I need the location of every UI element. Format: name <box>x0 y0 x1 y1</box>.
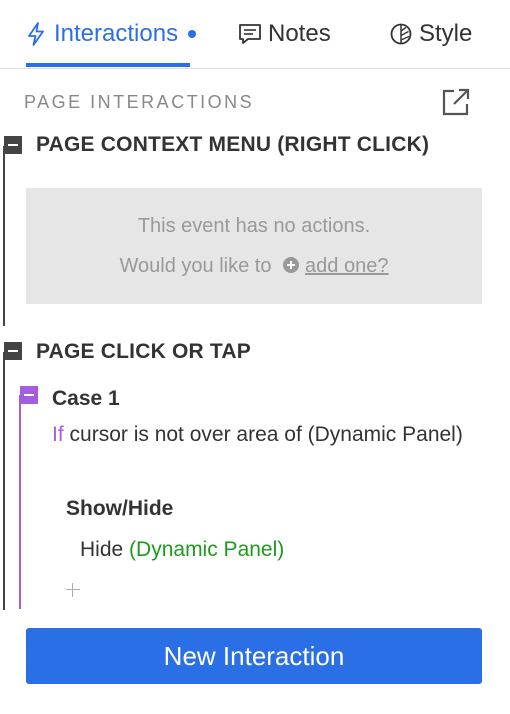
condition-keyword: If <box>52 423 64 446</box>
leaf-icon <box>389 22 413 46</box>
collapse-case-button[interactable] <box>20 386 38 404</box>
case-guide-line <box>19 395 21 609</box>
event-title: PAGE CLICK OR TAP <box>36 340 251 363</box>
empty-message: This event has no actions. <box>137 215 371 237</box>
action-target: (Dynamic Panel) <box>129 538 285 561</box>
tab-style[interactable]: Style <box>389 0 472 68</box>
collapse-event-button[interactable] <box>4 342 22 360</box>
tab-notes[interactable]: Notes <box>238 0 331 68</box>
add-prompt-text: Would you like to <box>119 255 272 277</box>
action-group-title[interactable]: Show/Hide <box>66 497 173 521</box>
tab-notes-label: Notes <box>268 20 331 47</box>
event-title: PAGE CONTEXT MENU (RIGHT CLICK) <box>36 133 430 156</box>
minus-icon <box>8 350 18 352</box>
tab-bar: Interactions Notes Style <box>0 0 510 69</box>
active-tab-underline <box>26 63 190 67</box>
action-item[interactable]: Hide (Dynamic Panel) <box>80 538 284 562</box>
plus-circle-icon <box>283 257 300 273</box>
unsaved-indicator-dot <box>188 30 197 38</box>
case-condition[interactable]: If cursor is not over area of (Dynamic P… <box>52 420 492 450</box>
case-title[interactable]: Case 1 <box>52 387 120 411</box>
new-interaction-button[interactable]: New Interaction <box>26 628 482 684</box>
minus-icon <box>24 394 34 396</box>
popout-icon[interactable] <box>440 86 472 118</box>
tab-interactions[interactable]: Interactions <box>24 0 197 68</box>
event-guide-line <box>3 352 5 610</box>
condition-text: cursor is not over area of (Dynamic Pane… <box>69 423 463 446</box>
interactions-panel: Interactions Notes Style PAGE INTERACTIO… <box>0 0 510 714</box>
collapse-event-button[interactable] <box>4 136 22 154</box>
event-guide-line <box>3 146 5 326</box>
add-action-plus-icon[interactable] <box>64 581 82 599</box>
lightning-icon <box>24 22 48 46</box>
tab-style-label: Style <box>419 20 473 47</box>
empty-event-box: This event has no actions. Would you lik… <box>26 188 482 304</box>
note-icon <box>238 22 262 46</box>
action-verb: Hide <box>80 538 124 561</box>
minus-icon <box>8 144 18 146</box>
section-title: PAGE INTERACTIONS <box>24 92 255 112</box>
add-prompt: Would you like to add one? <box>26 255 482 278</box>
add-one-link[interactable]: add one? <box>305 255 388 277</box>
tab-interactions-label: Interactions <box>54 20 179 47</box>
